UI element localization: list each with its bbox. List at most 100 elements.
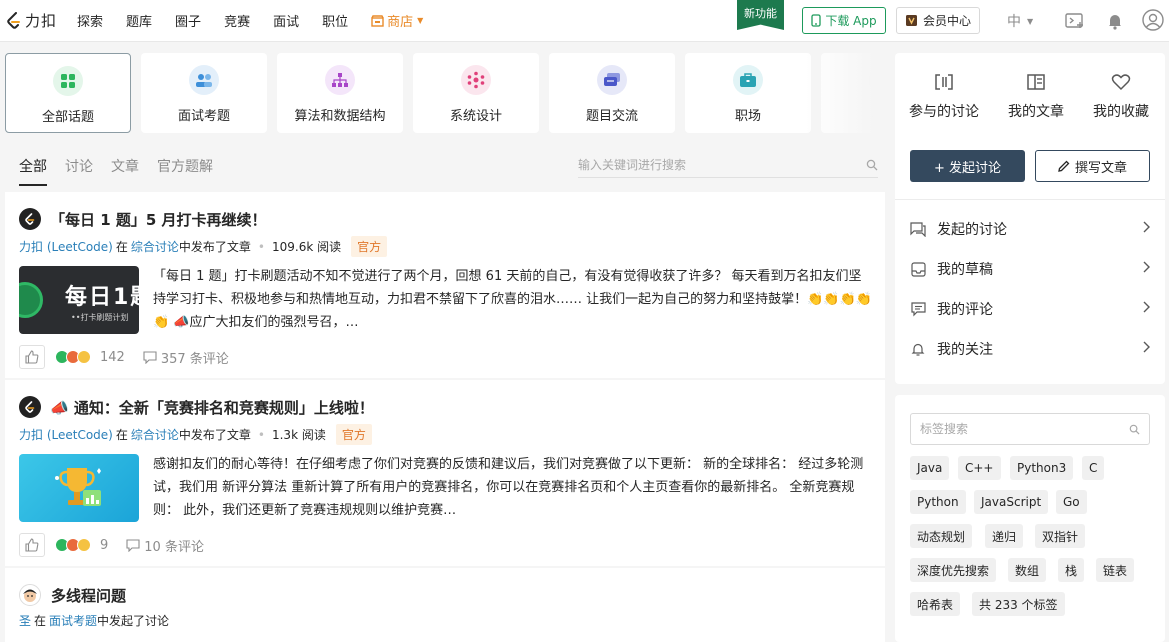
member-badge-icon [905,15,917,26]
post-card[interactable]: 📣 通知：全新「竞赛排名和竞赛规则」上线啦！ 力扣 (LeetCode) 在 综… [5,380,885,566]
pencil-icon [1058,160,1070,172]
nav-item-explore[interactable]: 探索 [77,11,103,30]
post-summary[interactable]: 「每日 1 题」打卡刷题活动不知不觉进行了两个月，回想 61 天前的自己，有没有… [153,265,873,334]
comments-link[interactable]: 10 条评论 [126,536,204,555]
user-avatar-icon[interactable] [19,584,41,606]
post-title[interactable]: 「每日 1 题」5 月打卡再继续！ [50,209,267,230]
author-link[interactable]: 力扣 (LeetCode) [19,426,113,443]
tab-discussion[interactable]: 讨论 [65,156,93,186]
quick-my-articles[interactable]: 我的文章 [991,73,1081,121]
category-algorithms[interactable]: 算法和数据结构 [277,53,403,133]
tag-go[interactable]: Go [1056,490,1087,514]
tag-dynamic-programming[interactable]: 动态规划 [910,524,973,548]
tag-cpp[interactable]: C++ [958,456,1001,480]
author-link[interactable]: 力扣 (LeetCode) [19,238,113,255]
tag-all-tags-count[interactable]: 共 233 个标签 [972,592,1065,616]
tab-all[interactable]: 全部 [19,156,47,186]
menu-my-drafts[interactable]: 我的草稿 [910,257,1150,281]
search-icon[interactable] [1129,424,1140,435]
write-article-button[interactable]: 撰写文章 [1035,150,1150,182]
tag-python3[interactable]: Python3 [1010,456,1074,480]
menu-started-discussions[interactable]: 发起的讨论 [910,217,1150,241]
tag-java[interactable]: Java [910,456,950,480]
category-label: 算法和数据结构 [294,109,386,124]
comments-link[interactable]: 357 条评论 [143,348,229,367]
tag-python[interactable]: Python [910,490,966,514]
playground-icon[interactable] [1065,11,1085,31]
thumbnail-text: 每日1题 [65,285,139,310]
leetcode-logo[interactable]: 力扣 [6,10,57,31]
comments-count: 10 条评论 [144,539,204,555]
quick-label: 我的收藏 [1093,104,1149,120]
leetcode-avatar-icon[interactable] [19,208,41,230]
separator-dot: • [257,239,265,254]
category-label: 系统设计 [449,109,502,124]
view-count: 109.6k 阅读 [271,240,342,254]
user-panel: 参与的讨论 我的文章 我的收藏 + 发起讨论 撰写文章 发起的讨论 我的草稿 我… [895,53,1165,384]
search-input[interactable] [578,157,838,172]
tag-two-pointers[interactable]: 双指针 [1035,524,1086,548]
post-thumbnail[interactable] [19,454,139,522]
top-navbar: 力扣 探索 题库 圈子 竞赛 面试 职位 商店 ▼ 新功能 下载 App 会员中… [0,0,1169,42]
author-link[interactable]: 圣 [19,612,31,629]
language-switcher[interactable]: 中 ▼ [1007,11,1033,31]
menu-my-following[interactable]: 我的关注 [910,337,1150,361]
leetcode-avatar-icon[interactable] [19,396,41,418]
user-avatar-icon[interactable] [1142,9,1164,31]
start-discussion-button[interactable]: + 发起讨论 [910,150,1025,182]
chevron-right-icon [1142,301,1150,317]
menu-my-comments[interactable]: 我的评论 [910,297,1150,321]
view-count: 1.3k 阅读 [271,428,326,442]
nav-item-interview[interactable]: 面试 [273,11,299,30]
tag-search-input[interactable] [920,422,1120,436]
post-title[interactable]: 多线程问题 [51,585,126,606]
nav-item-contest[interactable]: 竞赛 [224,11,250,30]
circle-link[interactable]: 综合讨论 [131,238,179,255]
post-header: 📣 通知：全新「竞赛排名和竞赛规则」上线啦！ [19,396,374,418]
member-center-button[interactable]: 会员中心 [896,7,980,34]
tag-stack[interactable]: 栈 [1058,558,1085,582]
article-icon [1027,74,1045,90]
category-label: 职场 [734,109,761,124]
circle-link[interactable]: 综合讨论 [131,426,179,443]
tag-recursion[interactable]: 递归 [985,524,1024,548]
tag-javascript[interactable]: JavaScript [974,490,1049,514]
nav-item-jobs[interactable]: 职位 [322,11,348,30]
category-interview-questions[interactable]: 面试考题 [141,53,267,133]
logo-text: 力扣 [25,12,58,30]
like-button[interactable] [19,345,45,369]
post-card[interactable]: 多线程问题 圣 在 面试考题 中发起了讨论 [5,568,885,642]
category-workplace[interactable]: 职场 [685,53,811,133]
post-title[interactable]: 📣 通知：全新「竞赛排名和竞赛规则」上线啦！ [50,397,374,418]
tag-dfs[interactable]: 深度优先搜索 [910,558,997,582]
trophy-icon [55,468,101,506]
category-system-design[interactable]: 系统设计 [413,53,539,133]
post-card[interactable]: 「每日 1 题」5 月打卡再继续！ 力扣 (LeetCode) 在 综合讨论 中… [5,192,885,378]
tag-array[interactable]: 数组 [1008,558,1047,582]
tab-official-solutions[interactable]: 官方题解 [157,156,213,186]
download-app-button[interactable]: 下载 App [802,7,886,34]
category-all-topics[interactable]: 全部话题 [5,53,131,133]
circle-link[interactable]: 面试考题 [49,612,97,629]
like-button[interactable] [19,533,45,557]
nav-item-problems[interactable]: 题库 [126,11,152,30]
category-problem-discussion[interactable]: 题目交流 [549,53,675,133]
nav-item-circle[interactable]: 圈子 [175,11,201,30]
post-header: 「每日 1 题」5 月打卡再继续！ [19,208,267,230]
tab-articles[interactable]: 文章 [111,156,139,186]
quick-participated-discussions[interactable]: 参与的讨论 [899,73,989,121]
search-icon[interactable] [866,159,878,171]
quick-my-favorites[interactable]: 我的收藏 [1076,73,1166,121]
tag-hash-table[interactable]: 哈希表 [910,592,961,616]
tag-linked-list[interactable]: 链表 [1096,558,1135,582]
post-summary[interactable]: 感谢扣友们的耐心等待！在仔细考虑了你们对竞赛的反馈和建议后，我们对竞赛做了以下更… [153,453,873,522]
post-thumbnail[interactable]: 每日1题 ••打卡刷题计划 [19,266,139,334]
meta-action: 中发布了文章 [178,240,251,254]
new-feature-ribbon[interactable]: 新功能 [737,0,784,30]
reaction-stack[interactable] [55,538,91,552]
member-center-label: 会员中心 [922,14,971,28]
nav-item-shop[interactable]: 商店 ▼ [371,11,423,30]
tag-c[interactable]: C [1082,456,1105,480]
bell-icon[interactable] [1105,11,1125,31]
reaction-stack[interactable] [55,350,91,364]
